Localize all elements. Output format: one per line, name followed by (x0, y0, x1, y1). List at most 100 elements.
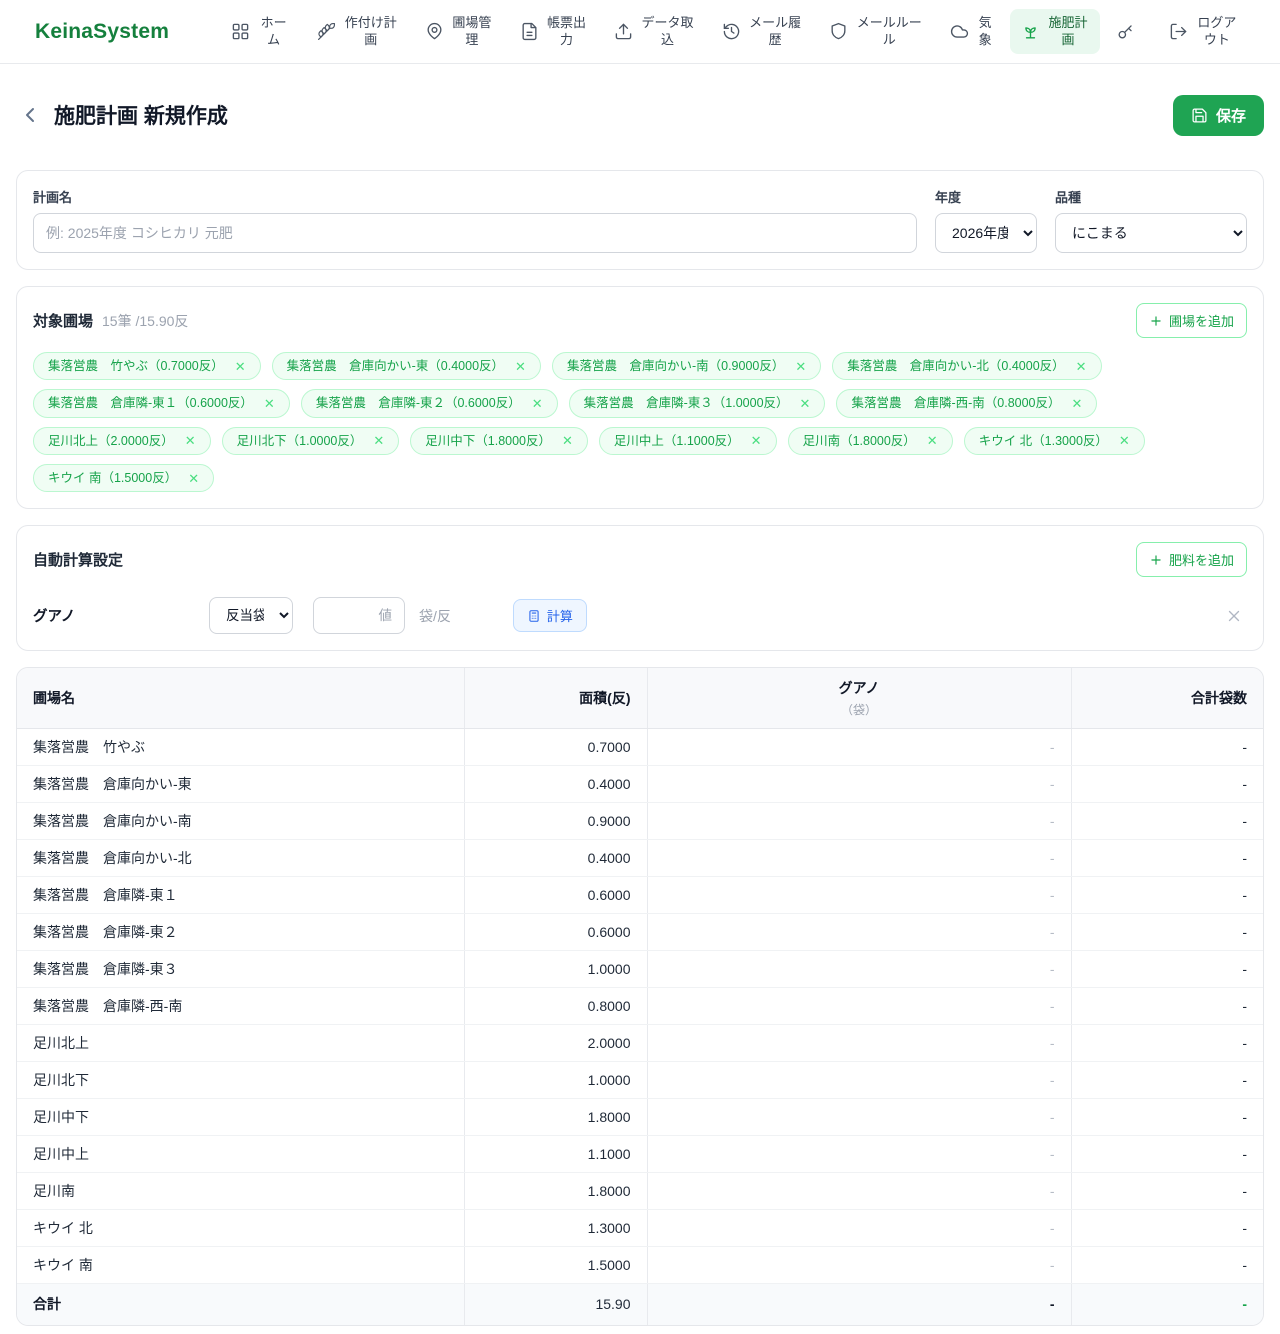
remove-tag-icon[interactable]: ✕ (188, 472, 199, 485)
cell-guano: - (647, 1209, 1072, 1248)
remove-tag-icon[interactable]: ✕ (795, 360, 806, 373)
remove-tag-icon[interactable]: ✕ (185, 434, 196, 447)
cell-field-name: 集落営農 倉庫向かい-北 (17, 839, 465, 878)
fields-table-card: 圃場名 面積(反) グアノ （袋） 合計袋数 集落営農 竹やぶ 0.7000 -… (16, 667, 1264, 1326)
logout-icon (1169, 22, 1188, 41)
add-field-button-label: 圃場を追加 (1168, 314, 1234, 330)
calc-method-select[interactable]: 反当袋数 (209, 597, 293, 635)
calculate-button[interactable]: 計算 (512, 599, 587, 633)
main-content: 施肥計画 新規作成 保存 計画名 年度 2026年度 (0, 64, 1280, 1326)
table-row: 集落営農 倉庫向かい-東 0.4000 - - (17, 765, 1263, 804)
nav-item-mail-history[interactable]: メール履歴 (711, 9, 814, 54)
chevron-left-icon (18, 103, 42, 127)
field-tag: 集落営農 倉庫隣-東１（0.6000反） ✕ (33, 389, 290, 418)
remove-tag-icon[interactable]: ✕ (532, 397, 543, 410)
year-select[interactable]: 2026年度 (935, 213, 1037, 254)
history-icon (722, 22, 741, 41)
field-tag: 集落営農 倉庫向かい-東（0.4000反） ✕ (271, 352, 541, 381)
fertilizer-row: グアノ 反当袋数 袋/反 計算 (33, 597, 1247, 635)
calc-value-input[interactable] (313, 597, 405, 635)
cell-total: - (1071, 728, 1263, 767)
field-tag: 足川南（1.8000反） ✕ (787, 426, 953, 455)
remove-tag-icon[interactable]: ✕ (1119, 434, 1130, 447)
field-tag-label: 集落営農 竹やぶ（0.7000反） (48, 359, 224, 374)
cell-total: - (1071, 987, 1263, 1026)
table-total-row: 合計 15.90 - - (17, 1283, 1263, 1325)
target-fields-title: 対象圃場 (33, 313, 94, 331)
nav-item-label: ホーム (260, 14, 287, 47)
cell-field-name: 足川北上 (17, 1024, 465, 1063)
cell-guano: - (647, 765, 1072, 804)
page-title: 施肥計画 新規作成 (54, 105, 228, 129)
table-row: 集落営農 竹やぶ 0.7000 - - (17, 728, 1263, 767)
fields-table: 圃場名 面積(反) グアノ （袋） 合計袋数 集落営農 竹やぶ 0.7000 -… (17, 668, 1263, 1325)
remove-tag-icon[interactable]: ✕ (373, 434, 384, 447)
table-row: 集落営農 倉庫隣-東３ 1.0000 - - (17, 950, 1263, 989)
nav-item-planting-plan[interactable]: 作付け計画 (306, 9, 409, 54)
cell-area: 1.5000 (464, 1246, 648, 1285)
field-tag: 集落営農 倉庫向かい-北（0.4000反） ✕ (832, 352, 1102, 381)
remove-tag-icon[interactable]: ✕ (1072, 397, 1083, 410)
page-header: 施肥計画 新規作成 保存 (16, 86, 1264, 144)
nav-item-data-import[interactable]: データ取込 (603, 9, 706, 54)
variety-label: 品種 (1055, 190, 1082, 206)
cell-total: - (1071, 876, 1263, 915)
remove-tag-icon[interactable]: ✕ (751, 434, 762, 447)
cell-guano: - (647, 1135, 1072, 1174)
shield-icon (829, 22, 848, 41)
target-fields-card: 対象圃場 15筆 /15.90反 圃場を追加 集落営農 竹やぶ（0.7000反）… (16, 286, 1264, 510)
remove-tag-icon[interactable]: ✕ (515, 360, 526, 373)
variety-select[interactable]: にこまる (1055, 213, 1247, 254)
remove-tag-icon[interactable]: ✕ (800, 397, 811, 410)
cell-field-name: 集落営農 倉庫向かい-南 (17, 802, 465, 841)
table-row: 集落営農 倉庫隣-西-南 0.8000 - - (17, 987, 1263, 1026)
field-tag-label: 足川中下（1.8000反） (425, 433, 552, 448)
brand-logo: KeinaSystem (35, 19, 170, 43)
nav-item-label: 作付け計画 (344, 14, 397, 47)
remove-tag-icon[interactable]: ✕ (562, 434, 573, 447)
remove-tag-icon[interactable]: ✕ (927, 434, 938, 447)
field-tag: 集落営農 倉庫隣-東２（0.6000反） ✕ (300, 389, 558, 418)
cell-guano: - (647, 802, 1072, 841)
nav-item-field-management[interactable]: 圃場管理 (414, 9, 504, 54)
field-tag: 集落営農 竹やぶ（0.7000反） ✕ (33, 352, 261, 381)
total-bags: - (1071, 1283, 1263, 1325)
nav-item-label: 気象 (978, 14, 992, 47)
nav-item-auth-key[interactable] (1105, 16, 1153, 47)
nav-item-weather[interactable]: 気象 (939, 9, 1005, 54)
remove-fertilizer-icon[interactable] (1223, 605, 1245, 627)
field-tag-label: 集落営農 倉庫隣-西-南（0.8000反） (851, 396, 1061, 411)
nav-items: ホーム 作付け計画 圃場管理 帳票出力 データ取込 メール履歴 メールルール 気… (220, 8, 1250, 55)
cell-area: 1.8000 (464, 1098, 648, 1137)
back-button[interactable] (16, 101, 44, 129)
nav-item-mail-rules[interactable]: メールルール (818, 9, 934, 54)
app-window: KeinaSystem ホーム 作付け計画 圃場管理 帳票出力 データ取込 メー… (0, 0, 1280, 1334)
nav-item-report-output[interactable]: 帳票出力 (509, 9, 599, 54)
cell-area: 1.0000 (464, 950, 648, 989)
col-header-guano: グアノ （袋） (647, 668, 1072, 730)
cell-area: 1.1000 (464, 1135, 648, 1174)
table-row: 足川中上 1.1000 - - (17, 1135, 1263, 1174)
nav-item-logout[interactable]: ログアウト (1158, 9, 1250, 54)
save-button[interactable]: 保存 (1172, 94, 1264, 136)
col-header-field: 圃場名 (17, 668, 465, 730)
nav-item-fertilization-plan[interactable]: 施肥計画 (1010, 8, 1100, 55)
field-tag-list: 集落営農 竹やぶ（0.7000反） ✕ 集落営農 倉庫向かい-東（0.4000反… (33, 352, 1247, 493)
cell-field-name: 集落営農 倉庫隣-東１ (17, 876, 465, 915)
cell-total: - (1071, 1098, 1263, 1137)
upload-icon (614, 22, 633, 41)
field-tag-label: キウイ 南（1.5000反） (48, 470, 178, 485)
save-icon (1191, 107, 1208, 124)
map-pin-icon (425, 22, 444, 41)
nav-item-label: 圃場管理 (452, 14, 492, 47)
table-row: 集落営農 倉庫向かい-南 0.9000 - - (17, 802, 1263, 841)
table-row: 集落営農 倉庫向かい-北 0.4000 - - (17, 839, 1263, 878)
plan-name-input[interactable] (33, 213, 917, 254)
add-field-button[interactable]: 圃場を追加 (1135, 303, 1247, 339)
add-fertilizer-button[interactable]: 肥料を追加 (1135, 542, 1247, 578)
field-tag: キウイ 北（1.3000反） ✕ (963, 426, 1145, 455)
nav-item-home[interactable]: ホーム (220, 9, 302, 54)
remove-tag-icon[interactable]: ✕ (264, 397, 275, 410)
remove-tag-icon[interactable]: ✕ (1076, 360, 1087, 373)
remove-tag-icon[interactable]: ✕ (235, 360, 246, 373)
